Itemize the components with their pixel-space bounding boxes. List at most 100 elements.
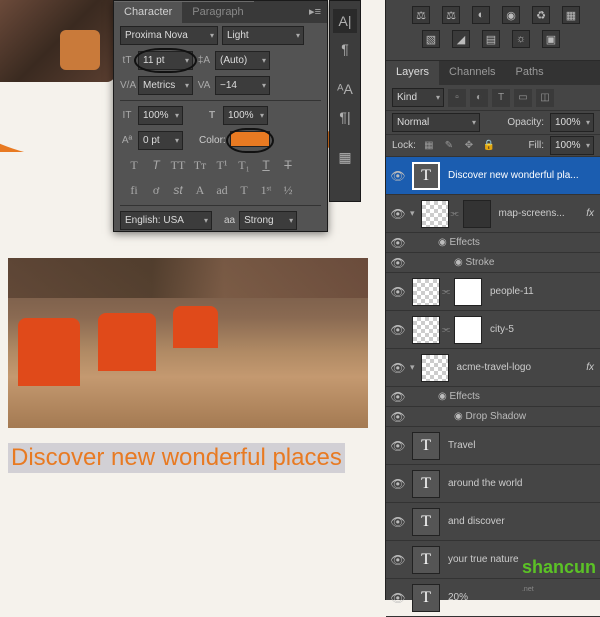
effect-stroke-row[interactable]: 👁◉ Stroke — [386, 253, 600, 273]
layer-row[interactable]: 👁 ▾ ⫘ map-screens... fx — [386, 195, 600, 233]
swash-button[interactable]: st — [170, 183, 186, 198]
visibility-toggle-icon[interactable]: 👁 — [386, 361, 410, 375]
visibility-toggle-icon[interactable]: 👁 — [386, 285, 410, 299]
filter-shape-icon[interactable]: ▭ — [514, 89, 532, 107]
filter-type-icon[interactable]: T — [492, 89, 510, 107]
fx-badge[interactable]: fx — [586, 208, 594, 219]
layer-name[interactable]: city-5 — [484, 324, 600, 335]
pattern-icon[interactable]: ▤ — [482, 30, 500, 48]
paragraph-dock-icon[interactable]: ¶ — [333, 37, 357, 61]
ordinals-button[interactable]: T — [236, 183, 252, 198]
vscale-input[interactable]: 100% — [138, 106, 183, 125]
visibility-toggle-icon[interactable]: 👁 — [386, 323, 410, 337]
filter-pixel-icon[interactable]: ▫ — [448, 89, 466, 107]
bw-icon[interactable]: ◐ — [472, 6, 490, 24]
font-size-dropdown[interactable]: 11 pt — [138, 51, 193, 70]
panel-menu-icon[interactable]: ▸≡ — [303, 1, 327, 23]
tab-channels[interactable]: Channels — [439, 61, 505, 85]
visibility-toggle-icon[interactable]: 👁 — [386, 515, 410, 529]
overlap-icon[interactable]: ◉ — [502, 6, 520, 24]
tracking-dropdown[interactable]: −14 — [215, 76, 270, 95]
layer-row[interactable]: 👁 ⫘ people-11 — [386, 273, 600, 311]
layer-name[interactable]: Travel — [442, 440, 600, 451]
char-styles-dock-icon[interactable]: ᴬA — [333, 77, 357, 101]
layer-name[interactable]: and discover — [442, 516, 600, 527]
visibility-toggle-icon[interactable]: 👁 — [386, 477, 410, 491]
bold-button[interactable]: T — [126, 158, 142, 173]
layer-name[interactable]: Discover new wonderful pla... — [442, 170, 600, 181]
baseline-icon: Aª — [120, 135, 134, 146]
lut-icon[interactable]: ▣ — [542, 30, 560, 48]
layer-name[interactable]: around the world — [442, 478, 600, 489]
antialias-dropdown[interactable]: Strong — [239, 211, 297, 230]
layer-name[interactable]: people-11 — [484, 286, 600, 297]
filter-adjust-icon[interactable]: ◐ — [470, 89, 488, 107]
effects-row[interactable]: 👁◉ Effects — [386, 233, 600, 253]
visibility-toggle-icon[interactable]: 👁 — [386, 169, 410, 183]
solid-icon[interactable]: ▧ — [422, 30, 440, 48]
visibility-toggle-icon[interactable]: 👁 — [386, 439, 410, 453]
layer-row[interactable]: 👁 T Travel — [386, 427, 600, 465]
layer-name[interactable]: acme-travel-logo — [451, 362, 587, 373]
balance-icon[interactable]: ⚖ — [442, 6, 460, 24]
tab-paragraph[interactable]: Paragraph — [182, 1, 253, 23]
baseline-input[interactable]: 0 pt — [138, 131, 183, 150]
stylistic-button[interactable]: A — [192, 183, 208, 198]
swatches-dock-icon[interactable]: ▦ — [333, 145, 357, 169]
fill-input[interactable]: 100% — [550, 136, 594, 155]
tab-paths[interactable]: Paths — [506, 61, 554, 85]
layer-row[interactable]: 👁 T around the world — [386, 465, 600, 503]
effect-dropshadow-row[interactable]: 👁◉ Drop Shadow — [386, 407, 600, 427]
text-color-swatch[interactable] — [230, 131, 270, 147]
superscript-button[interactable]: T¹ — [214, 158, 230, 173]
expand-icon[interactable]: ▾ — [410, 362, 415, 373]
visibility-toggle-icon[interactable]: 👁 — [386, 207, 410, 221]
layer-row[interactable]: 👁 T Discover new wonderful pla... — [386, 157, 600, 195]
italic-button[interactable]: T — [148, 158, 164, 173]
opacity-input[interactable]: 100% — [550, 113, 594, 132]
layer-kind-dropdown[interactable]: Kind — [392, 88, 444, 107]
lock-all-icon[interactable]: 🔒 — [482, 139, 496, 153]
visibility-toggle-icon[interactable]: 👁 — [386, 553, 410, 567]
lock-position-icon[interactable]: ✥ — [462, 139, 476, 153]
font-family-dropdown[interactable]: Proxima Nova — [120, 26, 218, 45]
allcaps-button[interactable]: TT — [170, 158, 186, 173]
subscript-button[interactable]: T₁ — [236, 158, 252, 173]
strikethrough-button[interactable]: T — [280, 158, 296, 173]
character-dock-icon[interactable]: A| — [333, 9, 357, 33]
fx-badge[interactable]: fx — [586, 362, 594, 373]
half-button[interactable]: ½ — [280, 183, 296, 198]
kerning-dropdown[interactable]: Metrics — [138, 76, 193, 95]
scales-icon[interactable]: ⚖ — [412, 6, 430, 24]
layer-list[interactable]: 👁 T Discover new wonderful pla... 👁 ▾ ⫘ … — [386, 157, 600, 617]
leading-dropdown[interactable]: (Auto) — [215, 51, 270, 70]
layer-row[interactable]: 👁 T and discover — [386, 503, 600, 541]
language-dropdown[interactable]: English: USA — [120, 211, 212, 230]
visibility-toggle-icon[interactable]: 👁 — [386, 591, 410, 605]
layer-row[interactable]: 👁 ⫘ city-5 — [386, 311, 600, 349]
blend-mode-dropdown[interactable]: Normal — [392, 113, 480, 132]
underline-button[interactable]: T — [258, 158, 274, 173]
font-style-dropdown[interactable]: Light — [222, 26, 304, 45]
grid-icon[interactable]: ▦ — [562, 6, 580, 24]
smallcaps-button[interactable]: Tᴛ — [192, 158, 208, 173]
filter-smart-icon[interactable]: ◫ — [536, 89, 554, 107]
gradient-icon[interactable]: ◢ — [452, 30, 470, 48]
recycle-icon[interactable]: ♻ — [532, 6, 550, 24]
lock-transparency-icon[interactable]: ▦ — [422, 139, 436, 153]
brightness-icon[interactable]: ☼ — [512, 30, 530, 48]
layer-row[interactable]: 👁 ▾ acme-travel-logo fx — [386, 349, 600, 387]
tab-character[interactable]: Character — [114, 1, 182, 23]
titling-button[interactable]: ad — [214, 183, 230, 198]
layer-name[interactable]: map-screens... — [493, 208, 587, 219]
contextual-button[interactable]: ơ — [148, 183, 164, 198]
fractions-button[interactable]: 1ˢᵗ — [258, 183, 274, 198]
effects-row[interactable]: 👁◉ Effects — [386, 387, 600, 407]
expand-icon[interactable]: ▾ — [410, 208, 415, 219]
hscale-input[interactable]: 100% — [223, 106, 268, 125]
headline-text[interactable]: Discover new wonderful places — [8, 443, 345, 473]
ligatures-button[interactable]: fi — [126, 183, 142, 198]
tab-layers[interactable]: Layers — [386, 61, 439, 85]
lock-pixels-icon[interactable]: ✎ — [442, 139, 456, 153]
para-styles-dock-icon[interactable]: ¶| — [333, 105, 357, 129]
